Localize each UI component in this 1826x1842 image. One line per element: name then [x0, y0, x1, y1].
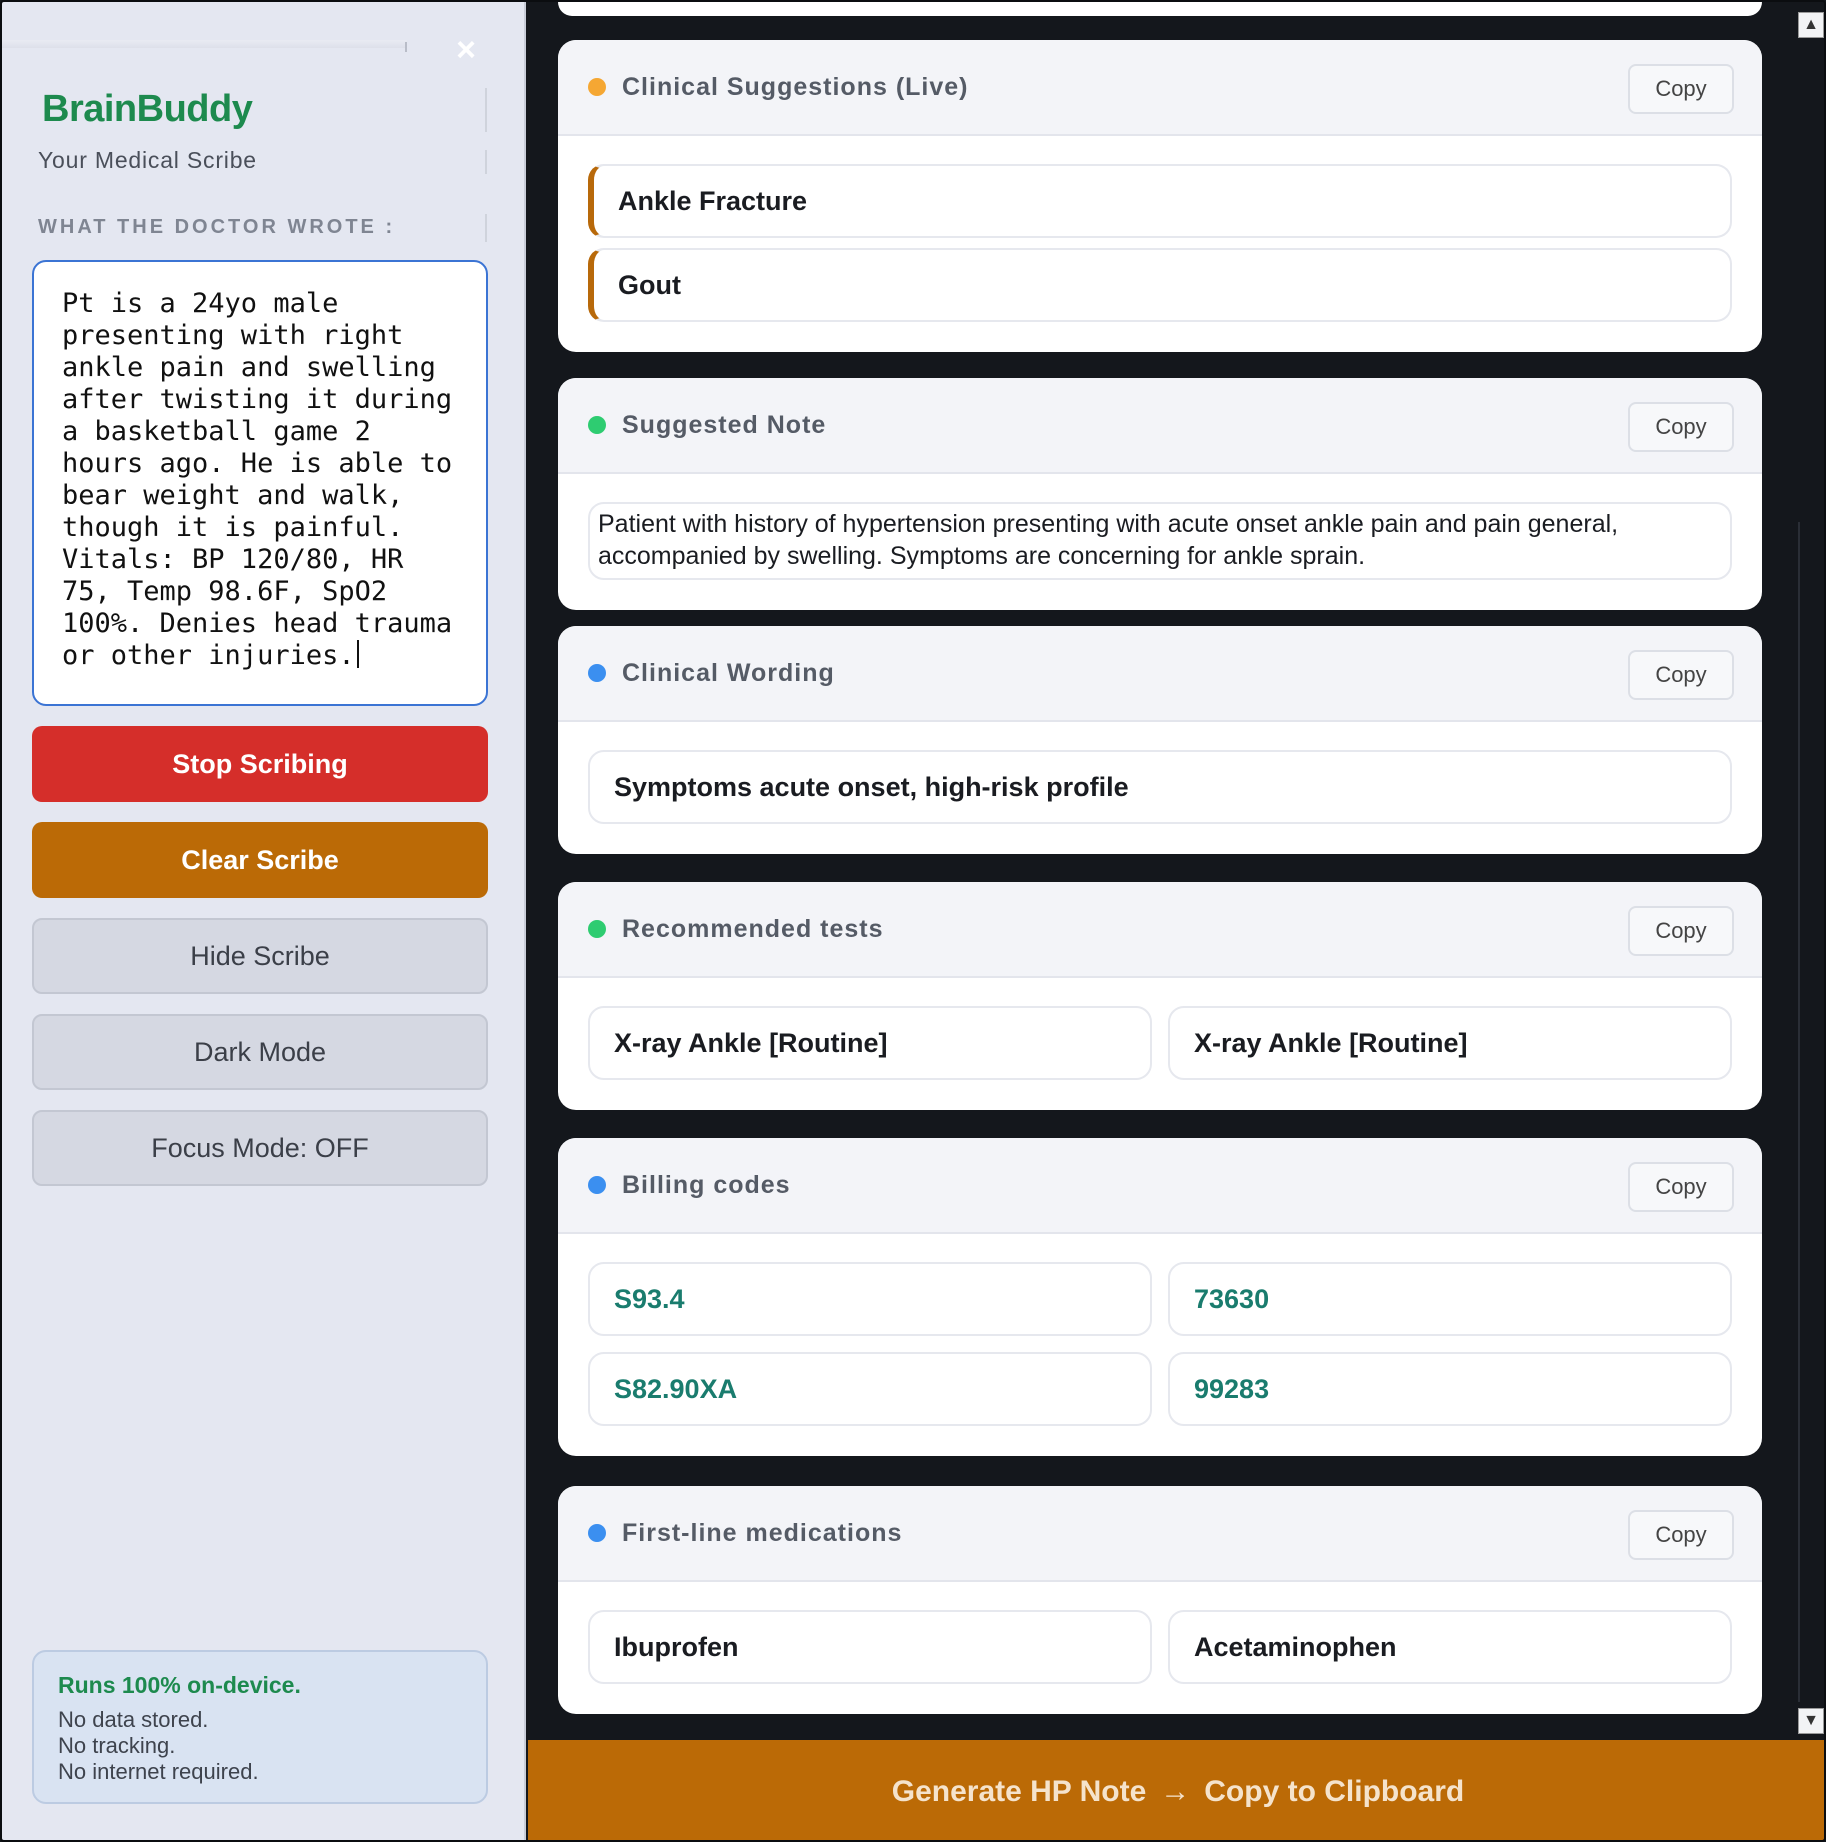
- medication-item[interactable]: Acetaminophen: [1168, 1610, 1732, 1684]
- card-first-line-medications: First-line medications Copy Ibuprofen Ac…: [558, 1486, 1762, 1714]
- card-header: Recommended tests Copy: [558, 882, 1762, 978]
- billing-code-item[interactable]: 73630: [1168, 1262, 1732, 1336]
- privacy-notice: Runs 100% on-device. No data stored. No …: [32, 1650, 488, 1804]
- card-body: X-ray Ankle [Routine] X-ray Ankle [Routi…: [558, 978, 1762, 1110]
- status-dot: [588, 78, 606, 96]
- billing-code-item[interactable]: 99283: [1168, 1352, 1732, 1426]
- billing-grid: S93.4 73630 S82.90XA 99283: [588, 1262, 1732, 1426]
- generate-label: Generate HP Note: [891, 1775, 1147, 1808]
- copy-button[interactable]: Copy: [1628, 402, 1734, 452]
- brand-logo-text: BrainBuddy: [42, 88, 253, 130]
- doctor-notes-input[interactable]: Pt is a 24yo male presenting with right …: [32, 260, 488, 706]
- sidebar-top-divider: [2, 40, 407, 48]
- test-item[interactable]: X-ray Ankle [Routine]: [588, 1006, 1152, 1080]
- test-item[interactable]: X-ray Ankle [Routine]: [1168, 1006, 1732, 1080]
- close-icon[interactable]: ×: [450, 33, 482, 67]
- dark-mode-button[interactable]: Dark Mode: [32, 1014, 488, 1090]
- scrollbar-thumb[interactable]: [1798, 522, 1822, 1702]
- copy-button[interactable]: Copy: [1628, 906, 1734, 956]
- card-clinical-suggestions: Clinical Suggestions (Live) Copy Ankle F…: [558, 40, 1762, 352]
- card-header: Clinical Wording Copy: [558, 626, 1762, 722]
- tests-grid: X-ray Ankle [Routine] X-ray Ankle [Routi…: [588, 1006, 1732, 1080]
- sidebar-edge-mark: [485, 150, 487, 174]
- doctor-notes-text: Pt is a 24yo male presenting with right …: [62, 288, 469, 671]
- card-billing-codes: Billing codes Copy S93.4 73630 S82.90XA …: [558, 1138, 1762, 1456]
- card-title: Suggested Note: [622, 410, 827, 439]
- card-header: Clinical Suggestions (Live) Copy: [558, 40, 1762, 136]
- suggestion-item[interactable]: Gout: [588, 248, 1732, 322]
- copy-button[interactable]: Copy: [1628, 1162, 1734, 1212]
- card-header: Suggested Note Copy: [558, 378, 1762, 474]
- card-header: Billing codes Copy: [558, 1138, 1762, 1234]
- status-dot: [588, 920, 606, 938]
- card-body: Ibuprofen Acetaminophen: [558, 1582, 1762, 1714]
- hide-scribe-button[interactable]: Hide Scribe: [32, 918, 488, 994]
- previous-card-edge: [558, 2, 1762, 16]
- meds-grid: Ibuprofen Acetaminophen: [588, 1610, 1732, 1684]
- text-caret: [356, 640, 359, 668]
- card-title: Clinical Suggestions (Live): [622, 72, 969, 101]
- card-recommended-tests: Recommended tests Copy X-ray Ankle [Rout…: [558, 882, 1762, 1110]
- suggestion-item[interactable]: Ankle Fracture: [588, 164, 1732, 238]
- stop-scribing-button[interactable]: Stop Scribing: [32, 726, 488, 802]
- scroll-down-icon[interactable]: ▼: [1798, 1708, 1824, 1734]
- clear-scribe-button[interactable]: Clear Scribe: [32, 822, 488, 898]
- tagline: Your Medical Scribe: [38, 147, 257, 173]
- card-title: Billing codes: [622, 1170, 791, 1199]
- arrow-right-icon: →: [1160, 1775, 1191, 1808]
- status-dot: [588, 416, 606, 434]
- status-dot: [588, 1524, 606, 1542]
- sidebar-edge-mark: [485, 88, 487, 132]
- card-body: Symptoms acute onset, high-risk profile: [558, 722, 1762, 854]
- sidebar-top-mark: [405, 42, 407, 52]
- app-window: × BrainBuddy Your Medical Scribe WHAT TH…: [0, 0, 1826, 1842]
- billing-code-item[interactable]: S82.90XA: [588, 1352, 1152, 1426]
- billing-code-item[interactable]: S93.4: [588, 1262, 1152, 1336]
- status-dot: [588, 1176, 606, 1194]
- privacy-line: No tracking.: [58, 1733, 176, 1758]
- card-body: Patient with history of hypertension pre…: [558, 474, 1762, 610]
- privacy-line: No data stored.: [58, 1707, 209, 1732]
- card-header: First-line medications Copy: [558, 1486, 1762, 1582]
- card-title: First-line medications: [622, 1518, 903, 1547]
- scribe-sidebar: × BrainBuddy Your Medical Scribe WHAT TH…: [2, 2, 526, 1840]
- status-dot: [588, 664, 606, 682]
- generate-hp-note-button[interactable]: Generate HP Note → Copy to Clipboard: [528, 1740, 1824, 1840]
- focus-mode-toggle[interactable]: Focus Mode: OFF: [32, 1110, 488, 1186]
- privacy-title: Runs 100% on-device.: [58, 1672, 301, 1698]
- card-body: Ankle Fracture Gout: [558, 136, 1762, 352]
- notes-section-label: WHAT THE DOCTOR WROTE :: [38, 216, 396, 238]
- card-clinical-wording: Clinical Wording Copy Symptoms acute ons…: [558, 626, 1762, 854]
- copy-to-clipboard-label: Copy to Clipboard: [1204, 1775, 1465, 1808]
- wording-item[interactable]: Symptoms acute onset, high-risk profile: [588, 750, 1732, 824]
- scroll-up-icon[interactable]: ▲: [1798, 12, 1824, 38]
- card-suggested-note: Suggested Note Copy Patient with history…: [558, 378, 1762, 610]
- card-title: Clinical Wording: [622, 658, 835, 687]
- results-panel: Clinical Suggestions (Live) Copy Ankle F…: [528, 2, 1824, 1840]
- copy-button[interactable]: Copy: [1628, 650, 1734, 700]
- copy-button[interactable]: Copy: [1628, 64, 1734, 114]
- privacy-line: No internet required.: [58, 1759, 259, 1784]
- sidebar-edge-mark: [485, 214, 487, 242]
- card-body: S93.4 73630 S82.90XA 99283: [558, 1234, 1762, 1456]
- suggested-note-text: Patient with history of hypertension pre…: [588, 502, 1732, 580]
- copy-button[interactable]: Copy: [1628, 1510, 1734, 1560]
- medication-item[interactable]: Ibuprofen: [588, 1610, 1152, 1684]
- card-title: Recommended tests: [622, 914, 884, 943]
